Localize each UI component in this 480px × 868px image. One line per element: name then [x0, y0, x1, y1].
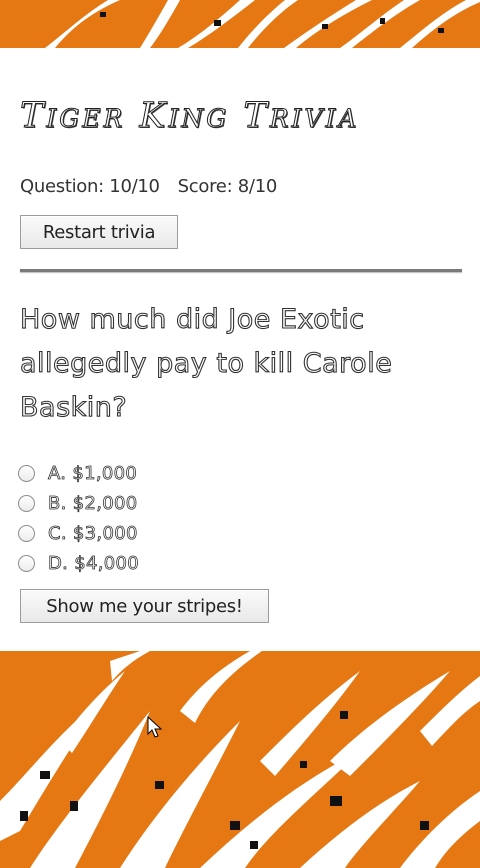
- radio-button[interactable]: [18, 464, 35, 482]
- radio-button[interactable]: [18, 494, 35, 512]
- question-text: How much did Joe Exotic allegedly pay to…: [19, 303, 393, 423]
- answer-label: D. $4,000: [48, 552, 140, 574]
- answer-label: A. $1,000: [48, 462, 138, 484]
- status-line: Question: 10/10 Score: 8/10: [20, 176, 277, 197]
- page-title: Tiger King Trivia: [19, 96, 360, 137]
- tiger-stripe-banner-top: [0, 0, 480, 48]
- submit-answer-button[interactable]: Show me your stripes!: [20, 589, 269, 623]
- answer-option-a[interactable]: A. $1,000: [18, 458, 139, 488]
- answer-label: B. $2,000: [48, 492, 138, 514]
- answer-label: C. $3,000: [48, 522, 138, 544]
- answer-options: A. $1,000 B. $2,000 C. $3,000 D. $4,000: [18, 458, 139, 578]
- divider: [20, 269, 462, 272]
- radio-button[interactable]: [18, 554, 35, 572]
- question-counter: Question: 10/10: [20, 176, 160, 197]
- tiger-stripe-banner-bottom: [0, 651, 480, 868]
- radio-button[interactable]: [18, 524, 35, 542]
- answer-option-d[interactable]: D. $4,000: [18, 548, 139, 578]
- mouse-cursor-icon: [147, 715, 163, 744]
- restart-trivia-button[interactable]: Restart trivia: [20, 215, 178, 249]
- answer-option-c[interactable]: C. $3,000: [18, 518, 139, 548]
- answer-option-b[interactable]: B. $2,000: [18, 488, 139, 518]
- score-counter: Score: 8/10: [177, 176, 278, 197]
